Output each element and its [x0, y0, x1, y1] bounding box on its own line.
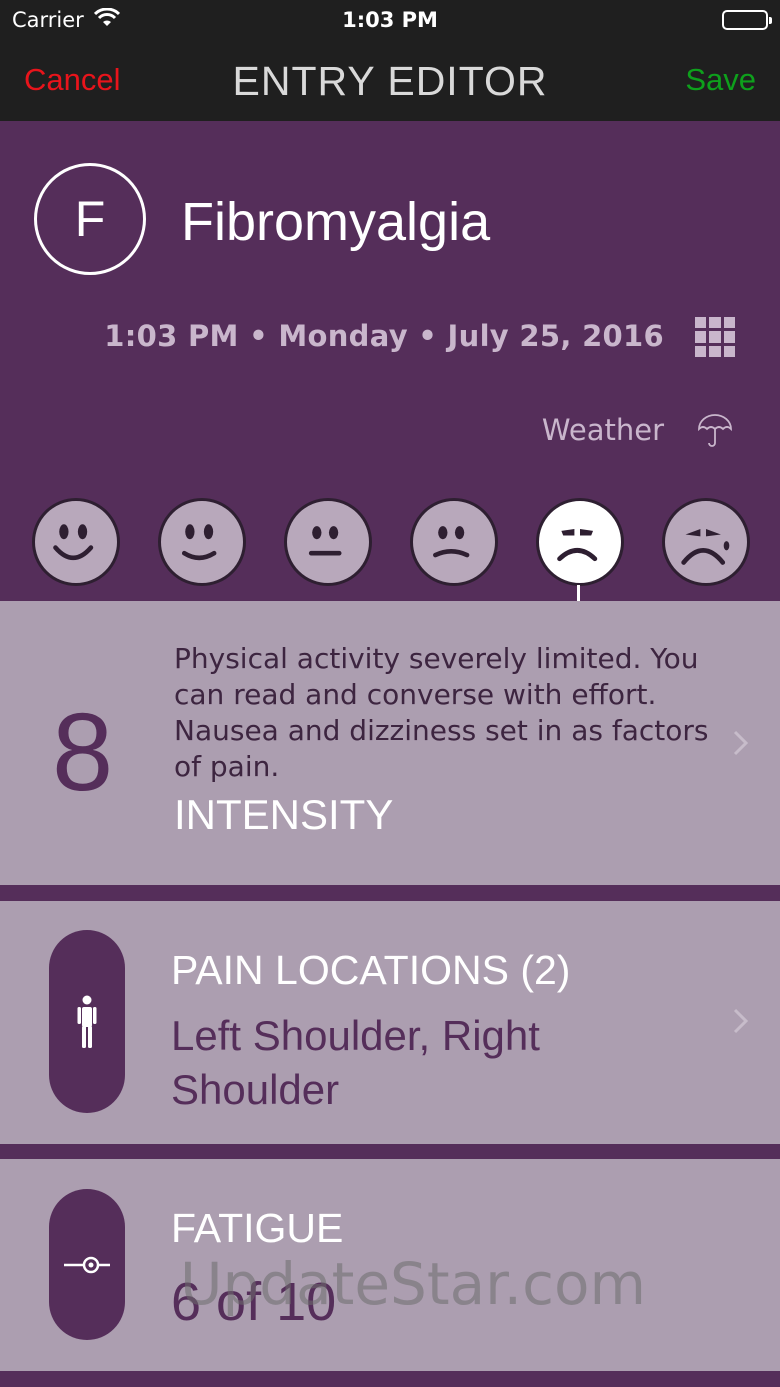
- condition-avatar: F: [34, 163, 146, 275]
- intensity-value: 8: [52, 691, 114, 814]
- page-title: ENTRY EDITOR: [232, 58, 548, 104]
- selection-pointer: [577, 585, 580, 601]
- calendar-grid-icon[interactable]: [695, 317, 735, 357]
- condition-name: Fibromyalgia: [181, 192, 491, 252]
- weather-button[interactable]: Weather: [542, 413, 664, 447]
- slider-icon-pill: [49, 1189, 125, 1340]
- face-sad[interactable]: [536, 498, 624, 586]
- face-very-sad[interactable]: [662, 498, 750, 586]
- face-worried[interactable]: [410, 498, 498, 586]
- intensity-label: INTENSITY: [174, 791, 394, 838]
- nav-bar: Cancel ENTRY EDITOR Save: [0, 40, 780, 121]
- save-button[interactable]: Save: [685, 62, 756, 98]
- intensity-description: Physical activity severely limited. You …: [174, 642, 709, 783]
- face-happy[interactable]: [158, 498, 246, 586]
- battery-icon: [722, 10, 772, 30]
- umbrella-icon[interactable]: [697, 413, 733, 449]
- entry-header: F Fibromyalgia 1:03 PM • Monday • July 2…: [0, 121, 780, 601]
- body-icon-pill: [49, 930, 125, 1113]
- watermark: UpdateStar.com: [180, 1250, 646, 1318]
- entry-datetime[interactable]: 1:03 PM • Monday • July 25, 2016: [104, 319, 664, 353]
- pain-locations-label: PAIN LOCATIONS (2): [171, 947, 571, 993]
- status-bar: Carrier 1:03 PM: [0, 0, 780, 40]
- face-very-happy[interactable]: [32, 498, 120, 586]
- fatigue-label: FATIGUE: [171, 1205, 344, 1251]
- pain-locations-value: Left Shoulder, Right Shoulder: [171, 1012, 540, 1113]
- face-neutral[interactable]: [284, 498, 372, 586]
- clock: 1:03 PM: [342, 8, 438, 32]
- chevron-right-icon: [733, 1008, 749, 1034]
- slider-icon: [64, 1256, 110, 1273]
- chevron-right-icon: [733, 730, 749, 756]
- mood-face-selector: [0, 498, 780, 588]
- body-figure-icon: [77, 995, 97, 1048]
- intensity-row[interactable]: 8 Physical activity severely limited. Yo…: [0, 601, 780, 885]
- pain-locations-row[interactable]: PAIN LOCATIONS (2) Left Shoulder, Right …: [0, 901, 780, 1144]
